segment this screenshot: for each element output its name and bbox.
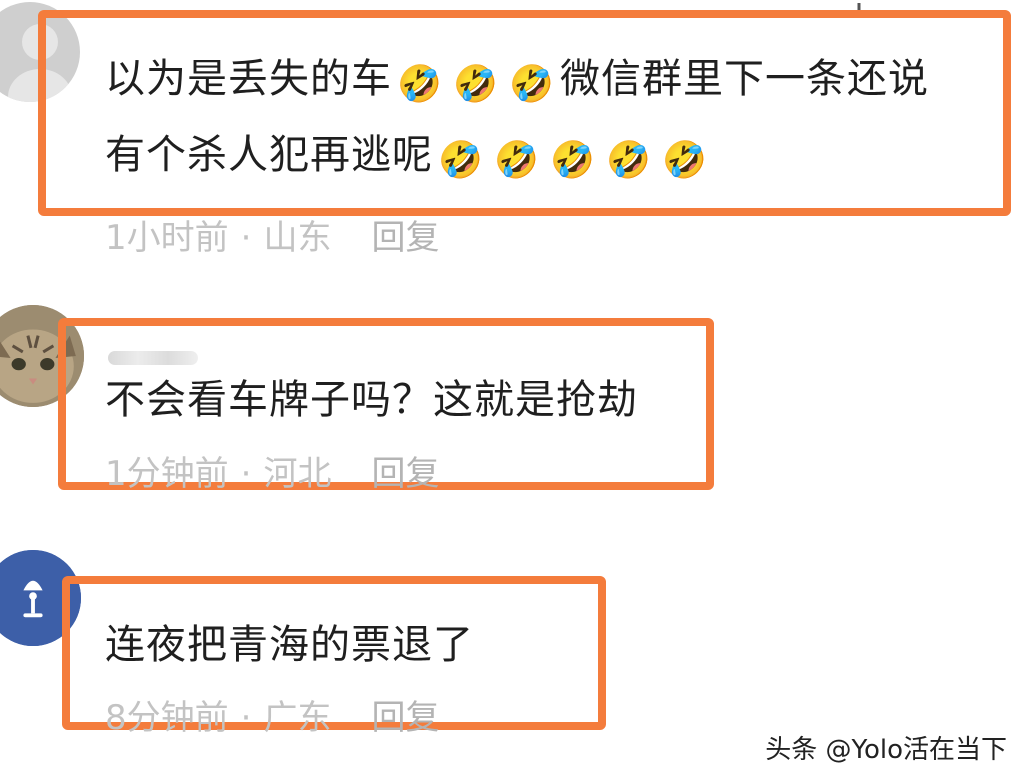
reply-button[interactable]: 回复 — [371, 454, 439, 494]
reply-button[interactable]: 回复 — [371, 698, 439, 738]
reply-button[interactable]: 回复 — [371, 218, 439, 258]
laughing-crying-emoji-icon: 🤣 — [606, 140, 652, 181]
comment-meta: 8分钟前 · 广东 回复 — [105, 690, 439, 739]
comment-text-part: 有个杀人犯再逃呢 — [105, 132, 433, 178]
comment-meta: 1小时前 · 山东 回复 — [105, 210, 439, 259]
comment-location: 河北 — [263, 454, 332, 494]
meta-separator: · — [240, 454, 252, 494]
comment-location: 广东 — [263, 698, 332, 738]
laughing-crying-emoji-icon: 🤣 — [550, 140, 596, 181]
comment-text: 连夜把青海的票退了 — [105, 622, 474, 668]
comment-meta: 1分钟前 · 河北 回复 — [105, 446, 439, 495]
laughing-crying-emoji-icon: 🤣 — [397, 64, 443, 105]
comment-time: 8分钟前 — [105, 698, 229, 738]
comment-text-part: 以为是丢失的车 — [105, 56, 392, 102]
laughing-crying-emoji-icon: 🤣 — [494, 140, 540, 181]
laughing-crying-emoji-icon: 🤣 — [453, 64, 499, 105]
comment-text-part: 微信群里下一条还说 — [560, 56, 929, 102]
watermark: 头条 @Yolo活在当下 — [765, 735, 1007, 765]
comment-location: 山东 — [263, 218, 332, 258]
comment-time: 1小时前 — [105, 218, 229, 258]
comment-text: 以为是丢失的车 🤣 🤣 🤣 微信群里下一条还说 — [105, 44, 929, 120]
meta-separator: · — [240, 698, 252, 738]
meta-separator: · — [240, 218, 252, 258]
comment-text: 有个杀人犯再逃呢 🤣 🤣 🤣 🤣 🤣 — [105, 120, 713, 196]
laughing-crying-emoji-icon: 🤣 — [509, 64, 555, 105]
comment-time: 1分钟前 — [105, 454, 229, 494]
laughing-crying-emoji-icon: 🤣 — [662, 140, 708, 181]
comment-text: 不会看车牌子吗？这就是抢劫 — [105, 377, 638, 423]
laughing-crying-emoji-icon: 🤣 — [438, 140, 484, 181]
